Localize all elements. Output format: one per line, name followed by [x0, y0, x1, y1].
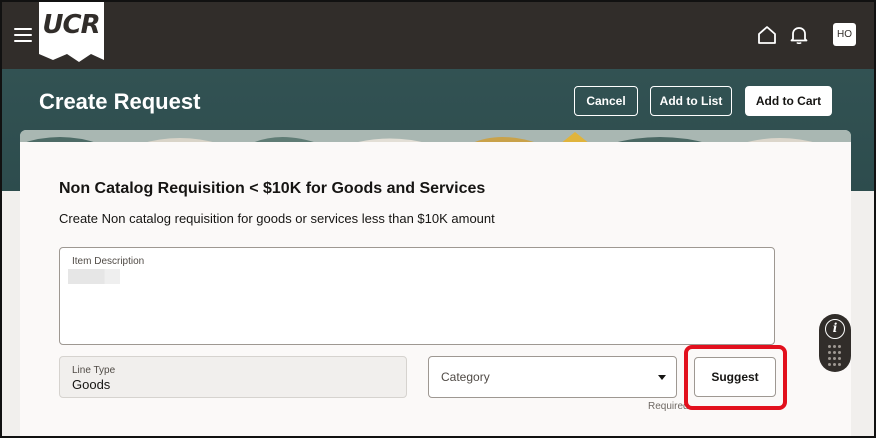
info-icon[interactable]: i	[825, 319, 845, 339]
item-description-value	[68, 269, 120, 284]
form-title: Non Catalog Requisition < $10K for Goods…	[59, 180, 486, 197]
bell-icon[interactable]	[788, 24, 810, 46]
line-type-field: Line Type Goods	[59, 356, 407, 398]
form-subtitle: Create Non catalog requisition for goods…	[59, 211, 495, 226]
required-hint: Required	[648, 401, 689, 412]
user-avatar[interactable]: HO	[833, 23, 856, 46]
line-type-label: Line Type	[72, 365, 116, 376]
hamburger-icon[interactable]	[14, 28, 32, 42]
add-to-cart-button[interactable]: Add to Cart	[745, 86, 832, 116]
category-placeholder: Category	[441, 370, 490, 384]
floating-help-widget: i	[819, 314, 851, 372]
item-description-label: Item Description	[72, 256, 145, 267]
add-to-list-button[interactable]: Add to List	[650, 86, 732, 116]
app-frame: UCR HO Create Request Cancel Add to List…	[0, 0, 876, 438]
line-type-value: Goods	[72, 377, 111, 392]
suggest-highlight-box	[684, 345, 787, 410]
requisition-form-card: Non Catalog Requisition < $10K for Goods…	[20, 142, 851, 436]
ucr-logo[interactable]: UCR	[39, 2, 104, 69]
home-icon[interactable]	[756, 24, 778, 46]
drag-handle-icon[interactable]	[828, 345, 842, 367]
caret-down-icon	[658, 375, 666, 380]
item-description-textarea[interactable]: Item Description	[59, 247, 775, 345]
top-navigation-bar: UCR HO	[2, 2, 874, 69]
page-title: Create Request	[39, 89, 201, 114]
cancel-button[interactable]: Cancel	[574, 86, 638, 116]
logo-text: UCR	[42, 10, 100, 40]
category-select[interactable]: Category	[428, 356, 677, 398]
